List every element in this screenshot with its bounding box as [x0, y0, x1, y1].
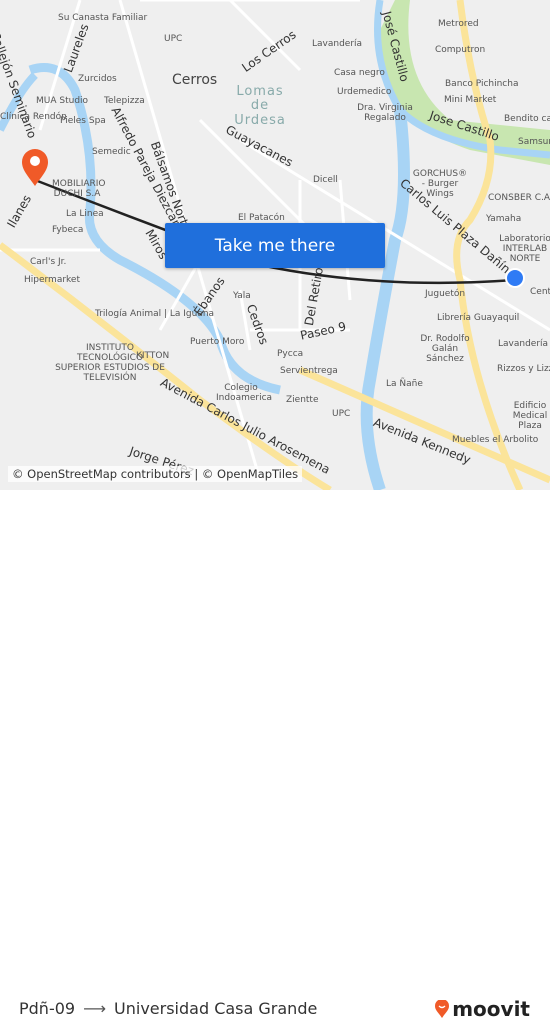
- poi-label: Puerto Moro: [190, 337, 245, 347]
- poi-label: Rizzos y Lizzos: [497, 364, 550, 374]
- poi-label: Yala: [233, 291, 251, 301]
- poi-label: Pycca: [277, 349, 304, 359]
- poi-label: Zurcidos: [78, 74, 117, 84]
- poi-label: MUA Studio: [36, 96, 89, 106]
- poi-label: Trilogía Animal | La Iguana: [95, 309, 215, 319]
- poi-label: Muebles el Arbolito: [452, 435, 539, 445]
- take-me-there-button[interactable]: Take me there: [165, 223, 385, 268]
- poi-label: Su Canasta Familiar: [58, 13, 148, 23]
- poi-label: Metrored: [438, 19, 479, 29]
- poi-label: Computron: [435, 45, 486, 55]
- destination-pin-icon: [22, 149, 48, 186]
- poi-label: Lavandería: [498, 339, 549, 349]
- poi-label: UPC: [164, 34, 183, 44]
- map[interactable]: Alfredo Pareja Diezcanseco Laureles Los …: [0, 0, 550, 490]
- poi-label: Yamaha: [486, 214, 522, 224]
- poi-label: Hipermarket: [24, 275, 80, 285]
- poi-label: Samsung: [518, 137, 550, 147]
- poi-label: KITTON: [136, 351, 170, 361]
- poi-label: Bendito café: [504, 114, 550, 124]
- route-summary: Pdñ-09 ⟶ Universidad Casa Grande: [19, 999, 317, 1018]
- poi-label: Mini Market: [444, 95, 497, 105]
- poi-label: Banco Pichincha: [445, 79, 519, 89]
- footer: Pdñ-09 ⟶ Universidad Casa Grande moovit: [0, 490, 550, 1021]
- map-attribution[interactable]: © OpenStreetMap contributors | © OpenMap…: [8, 466, 303, 482]
- poi-label: Dra. Virginia Regalado: [357, 103, 413, 123]
- poi-label: Laboratorio INTERLAB NORTE: [499, 234, 550, 264]
- poi-label: Servientrega: [280, 366, 338, 376]
- poi-label: Zientte: [286, 395, 319, 405]
- poi-label: Librería Guayaquil: [437, 313, 520, 323]
- poi-label: Dicell: [313, 175, 338, 185]
- moovit-pin-icon: [435, 1000, 450, 1018]
- poi-label: Centro: [530, 287, 550, 297]
- poi-label: Dr. Rodolfo Galán Sánchez: [420, 334, 470, 364]
- area-label: Cerros: [172, 72, 218, 88]
- poi-label: Casa negro: [334, 68, 385, 78]
- poi-label: Lavandería: [312, 39, 363, 49]
- poi-label: Juguetón: [425, 289, 466, 299]
- poi-label: MOBILIARIO DUCHI S.A: [52, 179, 106, 199]
- poi-label: La Linea: [66, 209, 104, 219]
- poi-label: INSTITUTO TECNOLÓGICO SUPERIOR ESTUDIOS …: [55, 343, 165, 383]
- poi-label: La Ñañe: [386, 379, 423, 389]
- origin-dot: [505, 268, 525, 288]
- poi-label: Edificio Medical Plaza: [512, 401, 548, 431]
- poi-label: Colegio Indoamerica: [216, 383, 273, 403]
- poi-label: UPC: [332, 409, 351, 419]
- poi-label: Telepizza: [104, 96, 145, 106]
- poi-label: Fybeca: [52, 225, 84, 235]
- poi-label: Carl's Jr.: [30, 257, 67, 267]
- poi-label: Urdemedico: [337, 87, 392, 97]
- poi-label: GORCHUS® - Burger Wings: [412, 169, 468, 199]
- poi-label: Clínica Rendón: [0, 112, 67, 122]
- arrow-right-icon: ⟶: [83, 999, 107, 1018]
- area-label: Lomas de Urdesa: [234, 84, 286, 128]
- moovit-logo: moovit: [435, 997, 530, 1021]
- poi-label: Semedic: [92, 147, 131, 157]
- destination-name: Universidad Casa Grande: [114, 999, 318, 1018]
- origin-name: Pdñ-09: [19, 999, 76, 1018]
- poi-label: CONSBER C.A.: [488, 193, 550, 203]
